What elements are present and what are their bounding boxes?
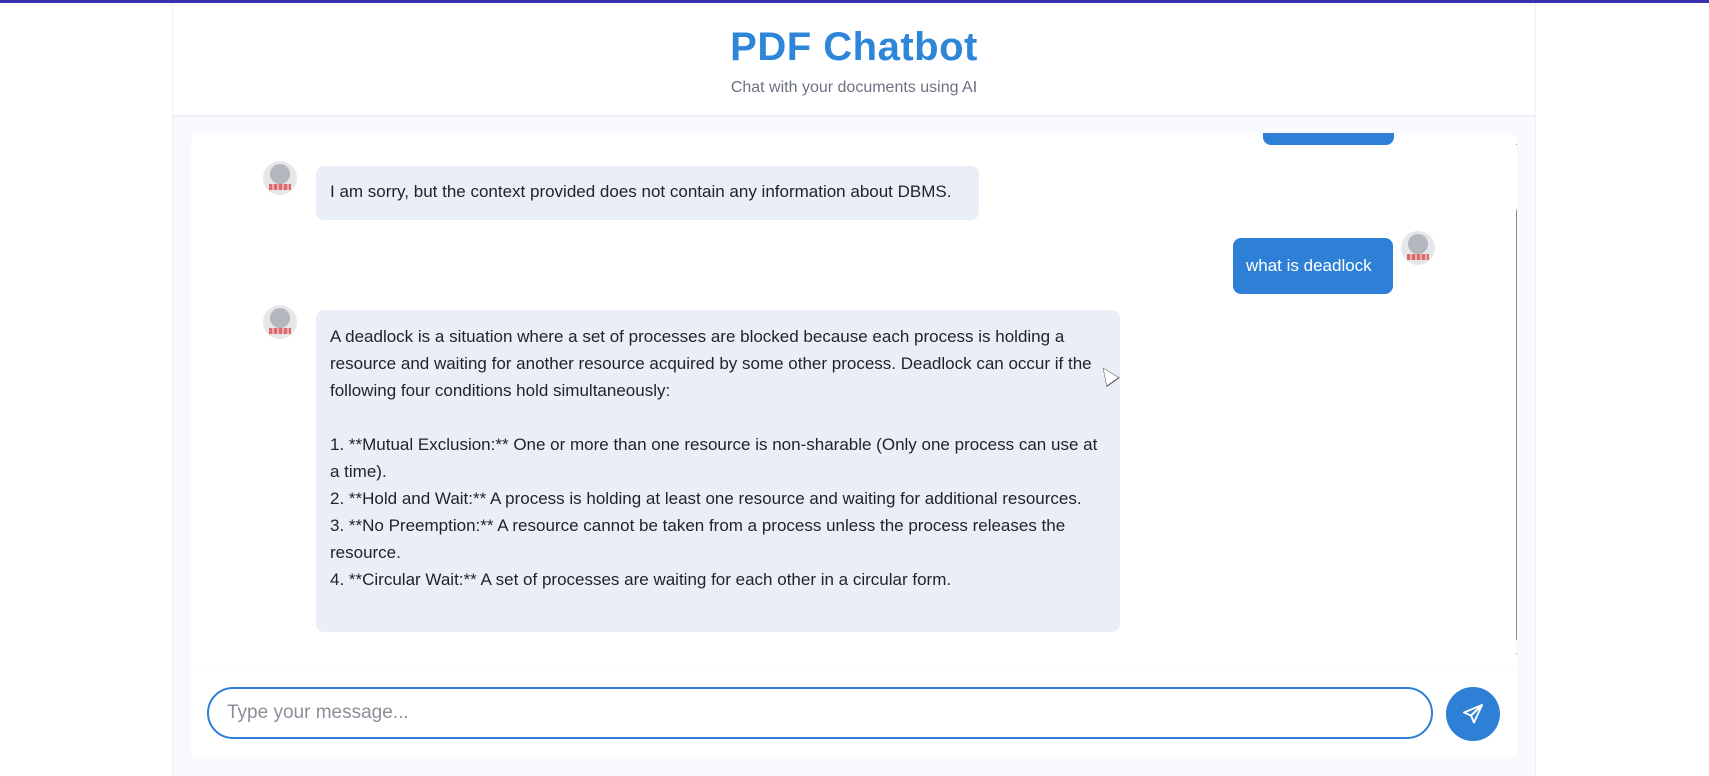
app-container: PDF Chatbot Chat with your documents usi… <box>172 3 1536 776</box>
app-header: PDF Chatbot Chat with your documents usi… <box>173 3 1535 117</box>
avatar-head-icon <box>270 164 290 184</box>
bot-avatar <box>263 305 297 339</box>
list-item: 4. **Circular Wait:** A set of processes… <box>330 570 952 589</box>
send-button[interactable] <box>1446 687 1500 741</box>
bot-message: I am sorry, but the context provided doe… <box>316 166 979 220</box>
chat-scrollbar[interactable] <box>1515 133 1517 666</box>
message-text: I am sorry, but the context provided doe… <box>330 182 952 201</box>
message-input[interactable] <box>207 687 1433 739</box>
avatar-logo-mark <box>269 184 291 190</box>
message-text: what is deadlock <box>1246 256 1372 275</box>
app-subtitle: Chat with your documents using AI <box>730 79 978 96</box>
user-avatar <box>1401 231 1435 265</box>
list-item: 3. **No Preemption:** A resource cannot … <box>330 516 1066 562</box>
avatar-head-icon <box>1408 234 1428 254</box>
scroll-up-arrow-icon[interactable] <box>1516 137 1517 145</box>
list-item: 1. **Mutual Exclusion:** One or more tha… <box>330 435 1098 481</box>
user-message: what is deadlock <box>1233 238 1393 294</box>
scroll-thumb[interactable] <box>1516 207 1517 643</box>
list-item: 2. **Hold and Wait:** A process is holdi… <box>330 489 1082 508</box>
condition-list: 1. **Mutual Exclusion:** One or more tha… <box>330 431 1106 593</box>
user-message-partial <box>1263 133 1394 145</box>
app-title: PDF Chatbot <box>730 25 978 69</box>
chat-messages-panel[interactable]: I am sorry, but the context provided doe… <box>191 133 1517 666</box>
message-text: A deadlock is a situation where a set of… <box>330 327 1092 400</box>
avatar-head-icon <box>270 308 290 328</box>
send-icon <box>1463 704 1483 724</box>
avatar-logo-mark <box>1407 254 1429 260</box>
message-composer <box>191 667 1517 757</box>
bot-message: A deadlock is a situation where a set of… <box>316 310 1120 632</box>
bot-avatar <box>263 161 297 195</box>
scroll-down-arrow-icon[interactable] <box>1516 653 1517 661</box>
avatar-logo-mark <box>269 328 291 334</box>
